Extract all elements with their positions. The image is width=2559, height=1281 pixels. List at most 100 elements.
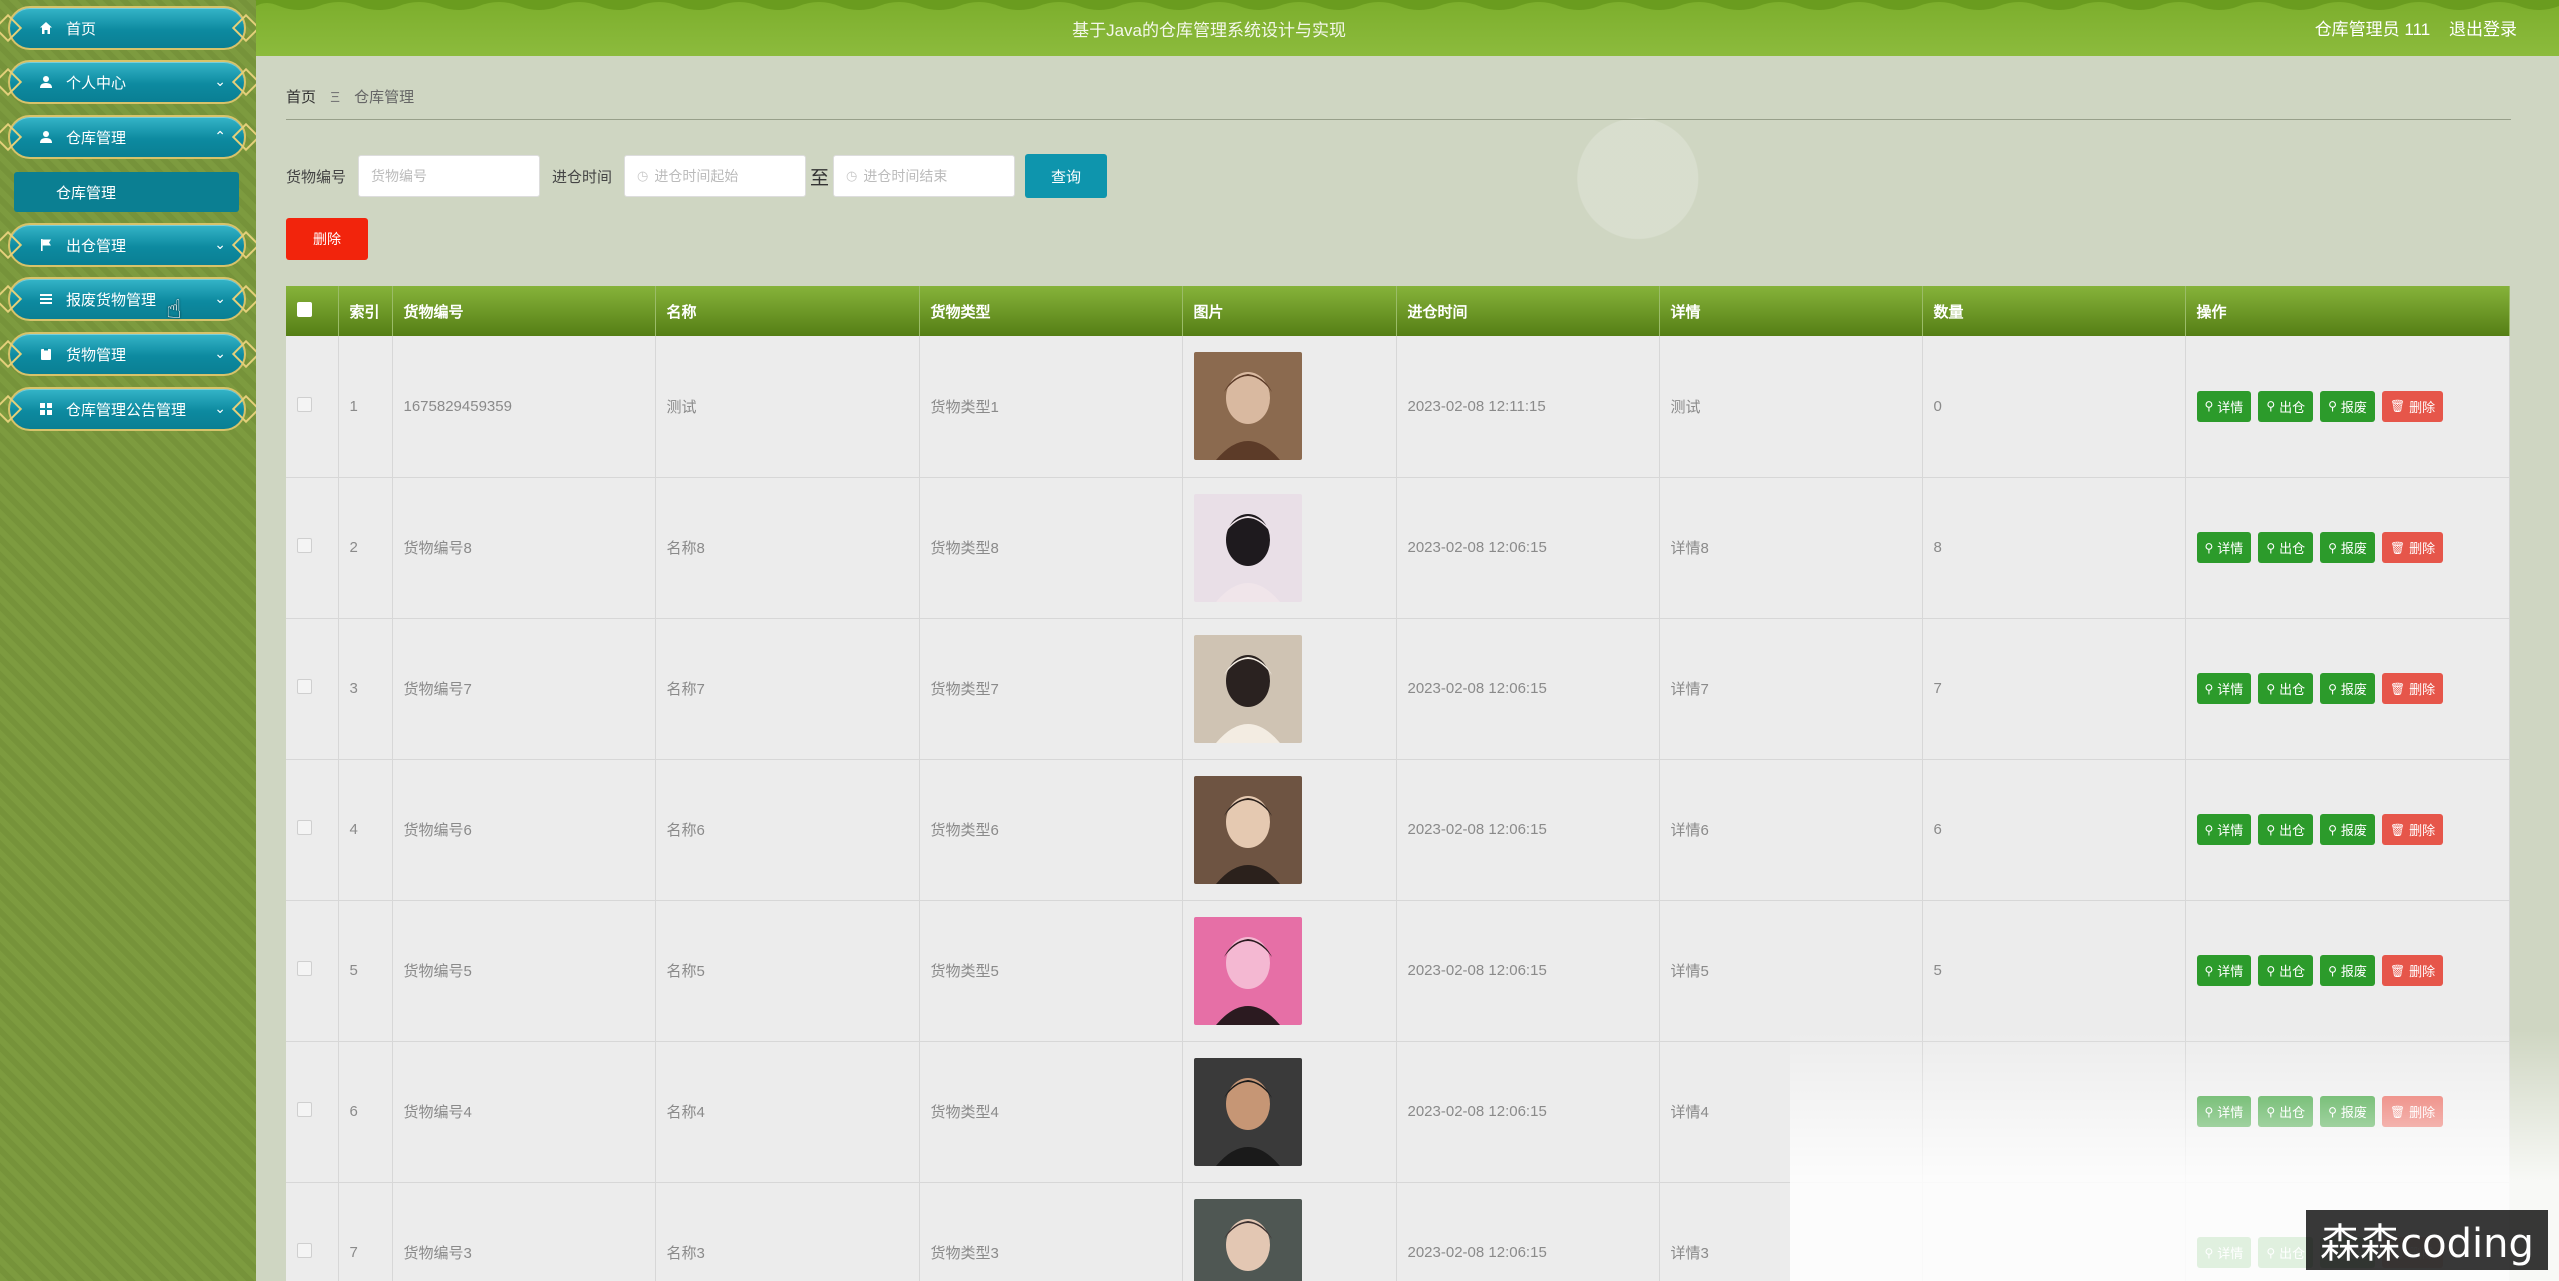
outbound-button[interactable]: ⚲ 出仓 bbox=[2258, 390, 2314, 422]
select-cell bbox=[286, 618, 339, 760]
goods-photo[interactable] bbox=[1193, 493, 1302, 602]
logout-link[interactable]: 退出登录 bbox=[2449, 20, 2517, 39]
scrap-button[interactable]: ⚲报废 bbox=[2320, 814, 2375, 845]
goods-photo[interactable] bbox=[1193, 634, 1302, 743]
search-icon: ⚲ bbox=[2266, 399, 2276, 414]
delete-label: 删除 bbox=[2409, 964, 2436, 979]
row-checkbox[interactable] bbox=[297, 679, 312, 694]
detail-button[interactable]: ⚲ 详情 bbox=[2196, 1096, 2252, 1127]
goods-photo[interactable] bbox=[1193, 1198, 1302, 1281]
search-icon: ⚲ bbox=[2328, 540, 2337, 555]
row-checkbox[interactable] bbox=[297, 1243, 312, 1258]
breadcrumb-home[interactable]: 首页 bbox=[286, 89, 316, 106]
search-icon: ⚲ bbox=[2204, 540, 2214, 555]
goods-photo[interactable] bbox=[1193, 352, 1302, 461]
delete-button[interactable]: 🗑删除 bbox=[2381, 390, 2444, 422]
sidebar-item-label: 仓库管理 bbox=[66, 129, 127, 147]
type-cell: 货物类型8 bbox=[919, 477, 1183, 619]
delete-button[interactable]: 🗑删除 bbox=[2381, 532, 2444, 563]
start-placeholder: 进仓时间起始 bbox=[654, 168, 739, 184]
end-time-input[interactable]: ◷ 进仓时间结束 bbox=[833, 155, 1016, 197]
row-checkbox[interactable] bbox=[297, 1102, 312, 1117]
table-row[interactable]: 5 货物编号5 名称5 货物类型5 2023-02-08 12:06:15 详情… bbox=[286, 900, 2510, 1042]
batch-delete-button[interactable]: 删除 bbox=[286, 218, 368, 260]
delete-button[interactable]: 🗑删除 bbox=[2381, 673, 2444, 704]
sidebar-item-warehouse[interactable]: 仓库管理 ⌃ bbox=[0, 115, 261, 159]
wave-decoration-icon bbox=[256, 0, 2559, 10]
search-icon: ⚲ bbox=[2328, 1104, 2337, 1119]
ornament-icon bbox=[0, 67, 23, 97]
submenu-item-warehouse[interactable]: 仓库管理 bbox=[14, 172, 239, 212]
select-cell bbox=[286, 1041, 339, 1183]
detail-button[interactable]: ⚲ 详情 bbox=[2196, 955, 2252, 986]
delete-button[interactable]: 🗑删除 bbox=[2381, 1096, 2444, 1127]
time-cell: 2023-02-08 12:06:15 bbox=[1396, 1041, 1660, 1183]
row-checkbox[interactable] bbox=[297, 538, 312, 553]
delete-button[interactable]: 🗑删除 bbox=[2381, 814, 2444, 845]
outbound-button[interactable]: ⚲ 出仓 bbox=[2258, 955, 2314, 986]
delete-button[interactable]: 🗑删除 bbox=[2381, 955, 2444, 986]
range-separator: 至 bbox=[810, 167, 830, 189]
sidebar-item-home[interactable]: 首页 bbox=[0, 6, 261, 50]
scrap-button[interactable]: ⚲报废 bbox=[2320, 1096, 2375, 1127]
type-cell: 货物类型4 bbox=[919, 1041, 1183, 1183]
column-header: 数量 bbox=[1922, 286, 2186, 336]
sidebar-item-scrap[interactable]: 报废货物管理 ⌄ bbox=[0, 277, 261, 321]
outbound-button[interactable]: ⚲ 出仓 bbox=[2258, 673, 2314, 704]
detail-cell: 详情3 bbox=[1659, 1182, 1923, 1281]
chevron-up-icon: ⌃ bbox=[214, 128, 226, 144]
submenu-item-label: 仓库管理 bbox=[56, 184, 117, 202]
scrap-button[interactable]: ⚲报废 bbox=[2320, 673, 2375, 704]
ornament-icon bbox=[0, 339, 23, 369]
chevron-down-icon: ⌄ bbox=[214, 400, 226, 416]
scrap-button[interactable]: ⚲报废 bbox=[2320, 955, 2375, 986]
goods-photo[interactable] bbox=[1193, 775, 1302, 884]
outbound-button[interactable]: ⚲ 出仓 bbox=[2258, 1096, 2314, 1127]
detail-cell: 详情5 bbox=[1659, 900, 1923, 1042]
search-icon: ⚲ bbox=[2266, 540, 2276, 555]
detail-button[interactable]: ⚲ 详情 bbox=[2196, 814, 2252, 845]
table-row[interactable]: 7 货物编号3 名称3 货物类型3 2023-02-08 12:06:15 详情… bbox=[286, 1182, 2510, 1281]
scrap-label: 报废 bbox=[2340, 541, 2367, 556]
table-row[interactable]: 1 1675829459359 测试 货物类型1 2023-02-08 12:1… bbox=[286, 336, 2510, 478]
sidebar-item-notice[interactable]: 仓库管理公告管理 ⌄ bbox=[0, 387, 261, 431]
select-all-checkbox[interactable] bbox=[297, 301, 312, 317]
code-search-input[interactable]: 货物编号 bbox=[358, 155, 541, 197]
detail-button[interactable]: ⚲ 详情 bbox=[2196, 532, 2252, 563]
outbound-button[interactable]: ⚲ 出仓 bbox=[2258, 1237, 2314, 1268]
outbound-button[interactable]: ⚲ 出仓 bbox=[2258, 814, 2314, 845]
watermark: 森森coding bbox=[2306, 1210, 2548, 1270]
search-icon: ⚲ bbox=[2328, 822, 2337, 837]
scrap-button[interactable]: ⚲报废 bbox=[2320, 532, 2375, 563]
detail-button[interactable]: ⚲ 详情 bbox=[2196, 673, 2252, 704]
search-icon: ⚲ bbox=[2204, 1104, 2214, 1119]
row-checkbox[interactable] bbox=[297, 396, 312, 412]
outbound-label: 出仓 bbox=[2279, 682, 2306, 697]
detail-button[interactable]: ⚲ 详情 bbox=[2196, 390, 2252, 422]
table-row[interactable]: 2 货物编号8 名称8 货物类型8 2023-02-08 12:06:15 详情… bbox=[286, 477, 2510, 619]
row-checkbox[interactable] bbox=[297, 961, 312, 976]
start-time-input[interactable]: ◷ 进仓时间起始 bbox=[624, 155, 807, 197]
goods-photo[interactable] bbox=[1193, 916, 1302, 1025]
detail-cell: 详情7 bbox=[1659, 618, 1923, 760]
index-cell: 6 bbox=[338, 1041, 393, 1183]
clock-icon: ◷ bbox=[846, 168, 858, 183]
table-row[interactable]: 6 货物编号4 名称4 货物类型4 2023-02-08 12:06:15 详情… bbox=[286, 1041, 2510, 1183]
code-cell: 货物编号3 bbox=[392, 1182, 656, 1281]
row-checkbox[interactable] bbox=[297, 820, 312, 835]
scrap-button[interactable]: ⚲报废 bbox=[2320, 390, 2375, 422]
search-icon: ⚲ bbox=[2266, 963, 2276, 978]
trash-icon: 🗑 bbox=[2389, 681, 2406, 696]
table-row[interactable]: 3 货物编号7 名称7 货物类型7 2023-02-08 12:06:15 详情… bbox=[286, 618, 2510, 760]
detail-button[interactable]: ⚲ 详情 bbox=[2196, 1237, 2252, 1268]
quantity-cell: 7 bbox=[1922, 618, 2186, 760]
table-row[interactable]: 4 货物编号6 名称6 货物类型6 2023-02-08 12:06:15 详情… bbox=[286, 759, 2510, 901]
sidebar-item-profile[interactable]: 个人中心 ⌄ bbox=[0, 60, 261, 104]
goods-photo[interactable] bbox=[1193, 1057, 1302, 1166]
sidebar-item-goods[interactable]: 货物管理 ⌄ bbox=[0, 332, 261, 376]
sidebar-item-outbound[interactable]: 出仓管理 ⌄ bbox=[0, 223, 261, 267]
outbound-button[interactable]: ⚲ 出仓 bbox=[2258, 532, 2314, 563]
quantity-cell: 6 bbox=[1922, 759, 2186, 901]
query-button[interactable]: 查询 bbox=[1025, 154, 1108, 198]
image-cell bbox=[1182, 759, 1397, 901]
